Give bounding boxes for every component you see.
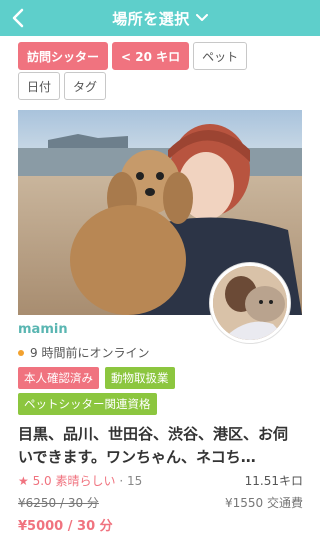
filter-tag[interactable]: タグ — [64, 72, 107, 100]
rating: ★ 5.0 素晴らしい · 15 — [18, 472, 142, 489]
online-status: 9 時間前にオンライン — [18, 344, 149, 361]
price-row: ¥6250 / 30 分 ¥1550 交通費 — [18, 494, 303, 511]
original-price: ¥6250 / 30 分 — [18, 496, 99, 510]
badges: 本人確認済み 動物取扱業 ペットシッター関連資格 — [18, 367, 238, 419]
header-title: 場所を選択 — [112, 9, 190, 28]
badge-pet-sitter-qualification: ペットシッター関連資格 — [18, 393, 157, 415]
review-count: 15 — [126, 474, 143, 488]
back-button[interactable] — [6, 6, 30, 30]
star-icon: ★ — [18, 474, 29, 488]
avatar-photo — [213, 266, 287, 340]
top-header: 場所を選択 — [0, 0, 320, 36]
filter-date[interactable]: 日付 — [18, 72, 61, 100]
rating-score: 5.0 — [32, 474, 52, 488]
online-status-text: 9 時間前にオンライン — [30, 346, 150, 360]
avatar[interactable] — [210, 263, 290, 343]
chevron-left-icon — [12, 8, 24, 28]
distance: 11.51キロ — [244, 474, 303, 488]
current-price: ¥5000 / 30 分 — [18, 519, 113, 533]
transport-fee: ¥1550 交通費 — [225, 496, 303, 510]
filter-pet[interactable]: ペット — [193, 42, 248, 70]
sitter-name[interactable]: mamin — [18, 322, 68, 337]
rating-row: ★ 5.0 素晴らしい · 15 11.51キロ — [18, 472, 303, 489]
badge-identity-verified: 本人確認済み — [18, 367, 99, 389]
rating-label: 素晴らしい — [55, 474, 116, 488]
filter-bar: 訪問シッター < 20 キロ ペット 日付 タグ — [18, 42, 308, 102]
listing-description[interactable]: 目黒、品川、世田谷、渋谷、港区、お伺いできます。ワンちゃん、ネコち… — [18, 423, 303, 469]
rating-separator: · — [115, 474, 127, 488]
filter-visit-sitter[interactable]: 訪問シッター — [18, 42, 109, 70]
badge-animal-handler: 動物取扱業 — [105, 367, 175, 389]
online-dot-icon — [18, 349, 24, 356]
filter-distance[interactable]: < 20 キロ — [112, 42, 190, 70]
location-selector[interactable]: 場所を選択 — [112, 8, 208, 29]
chevron-down-icon — [195, 14, 208, 21]
